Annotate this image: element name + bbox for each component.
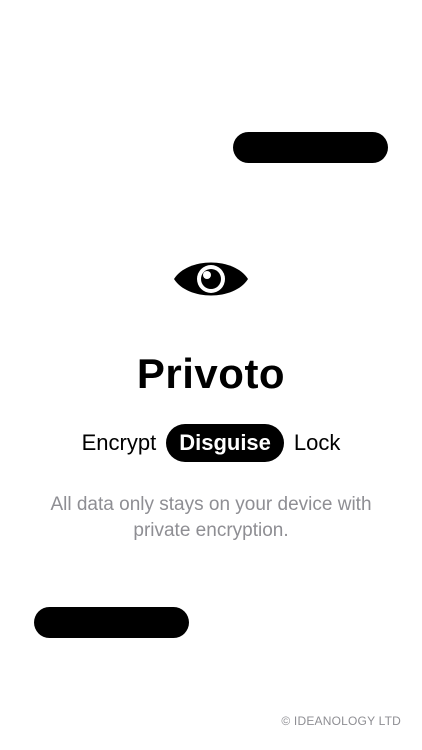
app-title: Privoto [136,350,286,397]
feature-disguise-highlighted: Disguise [166,424,284,462]
copyright-text: © IDEANOLOGY LTD [281,714,401,728]
tagline: All data only stays on your device with … [50,494,372,541]
redacted-bar-bottom [34,607,189,638]
feature-list: Encrypt Disguise Lock [0,424,422,462]
eye-icon [174,262,248,296]
feature-lock: Lock [293,430,341,455]
feature-encrypt: Encrypt [81,430,157,455]
redacted-bar-top [233,132,388,163]
